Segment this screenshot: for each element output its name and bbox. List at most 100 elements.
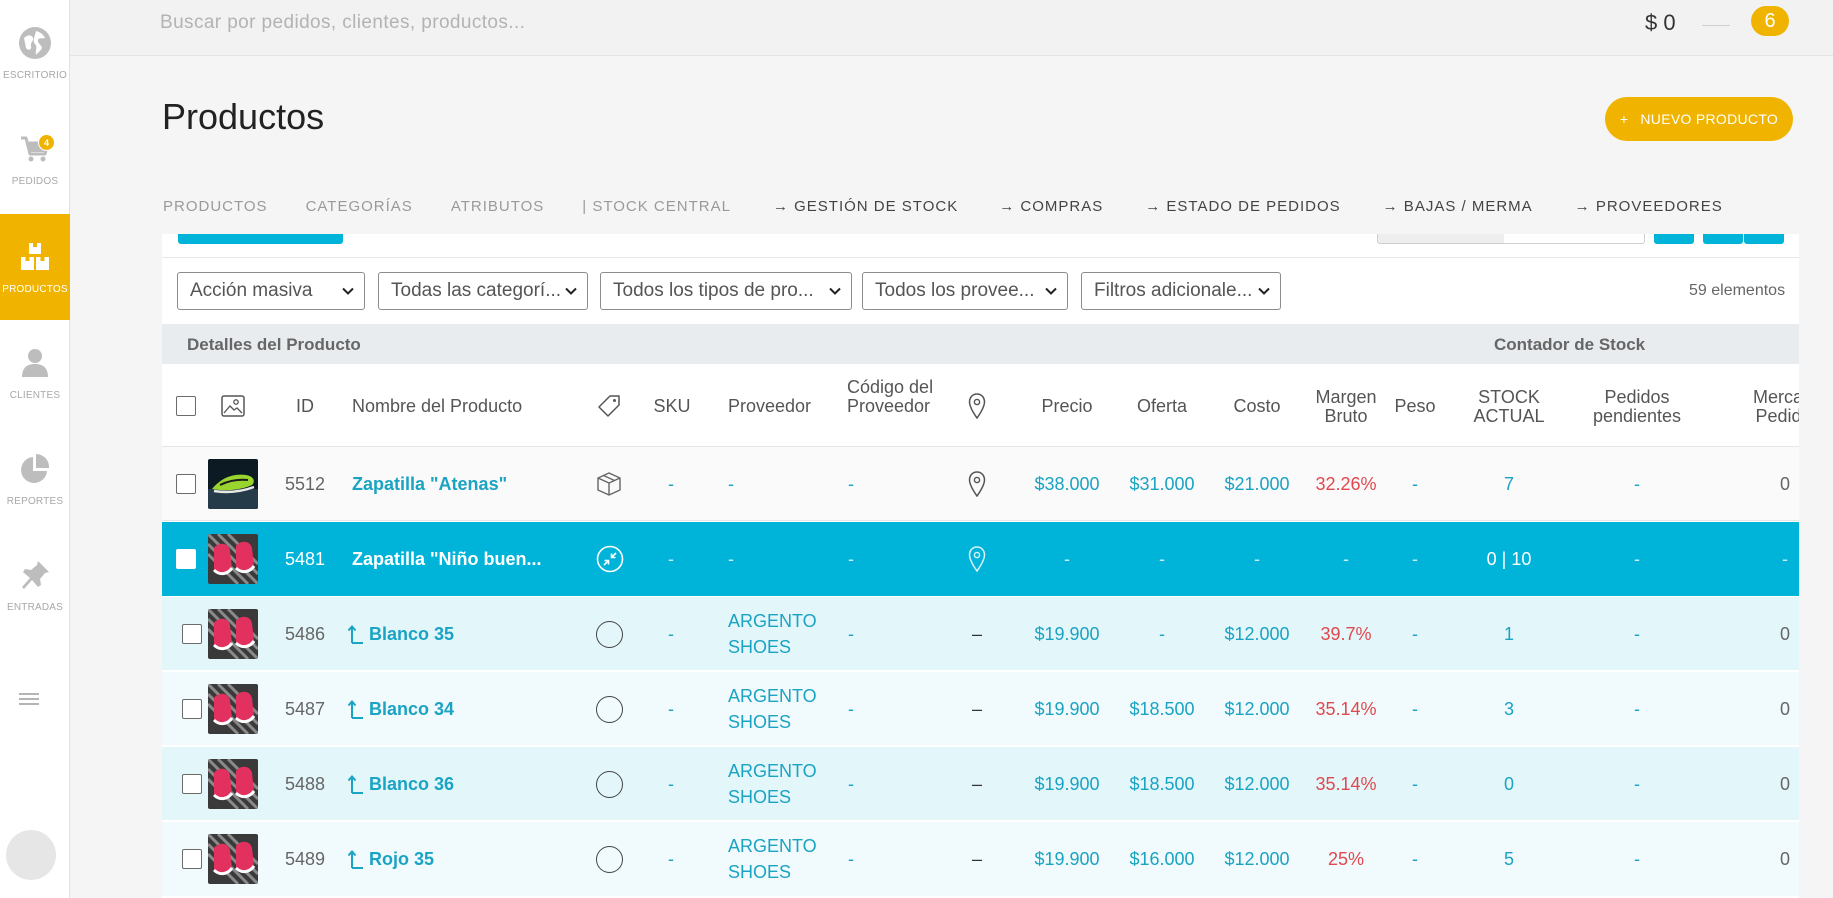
- tab-compras[interactable]: → COMPRAS: [999, 198, 1103, 218]
- circle-icon[interactable]: [596, 770, 623, 798]
- row-checkbox[interactable]: [182, 849, 202, 869]
- table-row[interactable]: 5512 Zapatilla "Atenas" - - - $38.000 $3…: [162, 447, 1799, 521]
- column-header-cost[interactable]: Costo: [1222, 397, 1292, 416]
- toolbar-button[interactable]: [1654, 234, 1694, 244]
- stock-value[interactable]: 0: [1479, 747, 1539, 821]
- sidebar-item-productos[interactable]: PRODUCTOS: [0, 214, 70, 320]
- collapse-icon[interactable]: [596, 545, 624, 573]
- stock-value[interactable]: 1: [1479, 597, 1539, 671]
- bulk-action-select[interactable]: Acción masiva: [177, 272, 365, 310]
- circle-icon[interactable]: [596, 845, 623, 873]
- stock-value[interactable]: 7: [1479, 447, 1539, 521]
- product-name-link[interactable]: Blanco 36: [369, 774, 454, 795]
- column-header-offer[interactable]: Oferta: [1127, 397, 1197, 416]
- table-row[interactable]: 5481 Zapatilla "Niño buen... - - - - - -…: [162, 522, 1799, 596]
- tab-stock-central[interactable]: | STOCK CENTRAL: [582, 198, 731, 218]
- cost-value[interactable]: $21.000: [1212, 447, 1302, 521]
- menu-icon[interactable]: [19, 690, 39, 708]
- tab-proveedores[interactable]: → PROVEEDORES: [1575, 198, 1723, 218]
- sidebar-item-clientes[interactable]: CLIENTES: [0, 320, 70, 426]
- row-checkbox[interactable]: [182, 774, 202, 794]
- cost-value[interactable]: $12.000: [1212, 822, 1302, 896]
- tab-bajas-merma[interactable]: → BAJAS / MERMA: [1383, 198, 1533, 218]
- sidebar-item-reportes[interactable]: REPORTES: [0, 426, 70, 532]
- offer-value[interactable]: $18.500: [1117, 672, 1207, 746]
- cost-value[interactable]: $12.000: [1212, 597, 1302, 671]
- row-checkbox[interactable]: [182, 624, 202, 644]
- column-header-margin[interactable]: Margen Bruto: [1310, 388, 1382, 426]
- toolbar-button[interactable]: [178, 234, 343, 244]
- column-header-stock[interactable]: STOCK ACTUAL: [1472, 388, 1546, 426]
- circle-icon[interactable]: [596, 695, 623, 723]
- product-thumbnail[interactable]: [208, 684, 258, 734]
- product-name-link[interactable]: Zapatilla "Atenas": [352, 447, 507, 521]
- row-checkbox[interactable]: [176, 474, 196, 494]
- column-header-supplier-code[interactable]: Código del Proveedor: [847, 378, 939, 416]
- stock-value[interactable]: 3: [1479, 672, 1539, 746]
- table-row[interactable]: 5488 Blanco 36 - ARGENTO SHOES - – $19.9…: [162, 747, 1799, 821]
- product-thumbnail[interactable]: [208, 534, 258, 584]
- new-product-button[interactable]: + NUEVO PRODUCTO: [1605, 97, 1793, 141]
- product-name-link[interactable]: Blanco 34: [369, 699, 454, 720]
- stock-value[interactable]: 5: [1479, 822, 1539, 896]
- toolbar-button[interactable]: [1703, 234, 1743, 244]
- row-checkbox[interactable]: [182, 699, 202, 719]
- price-value[interactable]: -: [1022, 522, 1112, 596]
- supplier-filter-select[interactable]: Todos los provee...: [862, 272, 1068, 310]
- additional-filters-select[interactable]: Filtros adicionale...: [1081, 272, 1281, 310]
- search-input[interactable]: [160, 8, 860, 38]
- tab-productos[interactable]: PRODUCTOS: [163, 198, 268, 218]
- category-filter-select[interactable]: Todas las categorí...: [378, 272, 588, 310]
- toolbar-input[interactable]: [1377, 234, 1645, 244]
- column-header-pending[interactable]: Pedidos pendientes: [1587, 388, 1687, 426]
- tab-categorias[interactable]: CATEGORÍAS: [306, 198, 413, 218]
- supplier-value: ARGENTO SHOES: [728, 611, 817, 657]
- column-header-sku[interactable]: SKU: [652, 397, 692, 416]
- price-value[interactable]: $38.000: [1022, 447, 1112, 521]
- stock-value[interactable]: 0 | 10: [1469, 522, 1549, 596]
- circle-icon[interactable]: [596, 620, 623, 648]
- product-thumbnail[interactable]: [208, 759, 258, 809]
- column-header-weight[interactable]: Peso: [1390, 397, 1440, 416]
- price-value[interactable]: $19.900: [1022, 822, 1112, 896]
- cost-value[interactable]: -: [1212, 522, 1302, 596]
- location-pin-icon[interactable]: [968, 471, 986, 497]
- price-value[interactable]: $19.900: [1022, 747, 1112, 821]
- product-name-link[interactable]: Zapatilla "Niño buen...: [352, 522, 542, 596]
- sidebar-item-pedidos[interactable]: 4 PEDIDOS: [0, 106, 70, 212]
- column-header-market[interactable]: Mercado Pedidos: [1740, 388, 1799, 426]
- tab-atributos[interactable]: ATRIBUTOS: [451, 198, 544, 218]
- toolbar-button[interactable]: [1744, 234, 1784, 244]
- offer-value[interactable]: $31.000: [1117, 447, 1207, 521]
- product-thumbnail[interactable]: [208, 459, 258, 509]
- column-header-price[interactable]: Precio: [1032, 397, 1102, 416]
- tab-gestion-stock[interactable]: → GESTIÓN DE STOCK: [773, 198, 958, 218]
- offer-value[interactable]: $16.000: [1117, 822, 1207, 896]
- product-name-link[interactable]: Rojo 35: [369, 849, 434, 870]
- table-row[interactable]: 5489 Rojo 35 - ARGENTO SHOES - – $19.900…: [162, 822, 1799, 896]
- table-row[interactable]: 5487 Blanco 34 - ARGENTO SHOES - – $19.9…: [162, 672, 1799, 746]
- sidebar-item-entradas[interactable]: ENTRADAS: [0, 532, 70, 638]
- avatar[interactable]: [6, 830, 56, 880]
- offer-value[interactable]: $18.500: [1117, 747, 1207, 821]
- product-name-link[interactable]: Blanco 35: [369, 624, 454, 645]
- cost-value[interactable]: $12.000: [1212, 747, 1302, 821]
- notifications-badge[interactable]: 6: [1751, 6, 1789, 36]
- product-thumbnail[interactable]: [208, 609, 258, 659]
- column-header-id[interactable]: ID: [290, 397, 320, 416]
- product-type-filter-select[interactable]: Todos los tipos de pro...: [600, 272, 852, 310]
- column-header-supplier[interactable]: Proveedor: [728, 397, 811, 416]
- column-header-name[interactable]: Nombre del Producto: [352, 397, 522, 416]
- product-thumbnail[interactable]: [208, 834, 258, 884]
- price-value[interactable]: $19.900: [1022, 597, 1112, 671]
- select-all-checkbox[interactable]: [176, 396, 196, 416]
- tab-estado-pedidos[interactable]: → ESTADO DE PEDIDOS: [1145, 198, 1340, 218]
- price-value[interactable]: $19.900: [1022, 672, 1112, 746]
- row-checkbox[interactable]: [176, 549, 196, 569]
- sidebar-item-escritorio[interactable]: ESCRITORIO: [0, 0, 70, 106]
- location-pin-icon[interactable]: [968, 546, 986, 572]
- offer-value[interactable]: -: [1117, 522, 1207, 596]
- cost-value[interactable]: $12.000: [1212, 672, 1302, 746]
- offer-value[interactable]: -: [1117, 597, 1207, 671]
- table-row[interactable]: 5486 Blanco 35 - ARGENTO SHOES - – $19.9…: [162, 597, 1799, 671]
